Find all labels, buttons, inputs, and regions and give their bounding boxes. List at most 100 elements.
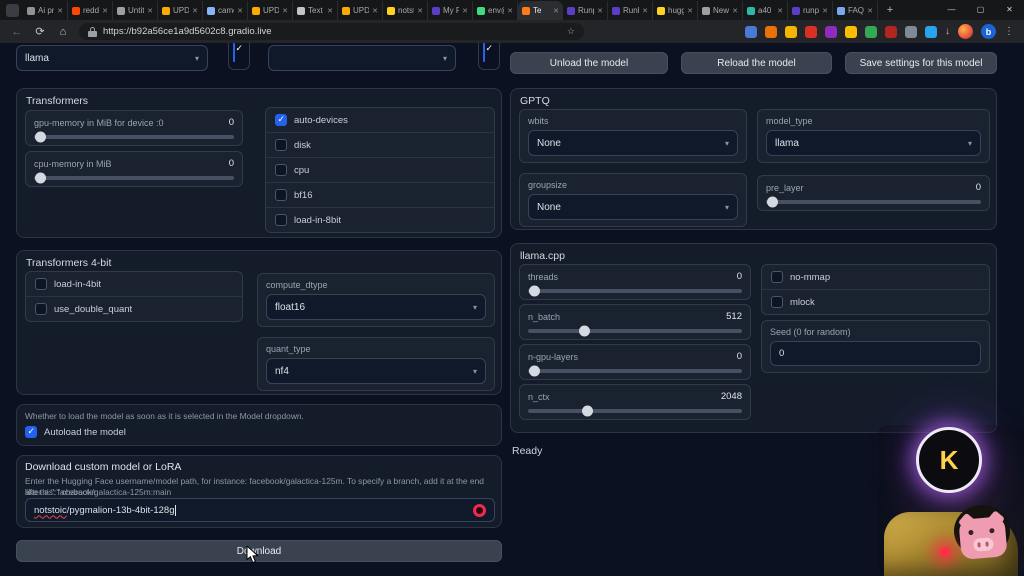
extension-icon[interactable] bbox=[865, 26, 877, 38]
slider-value-input[interactable]: 0 bbox=[714, 271, 742, 282]
checkbox[interactable] bbox=[483, 43, 485, 62]
extension-icon[interactable] bbox=[745, 26, 757, 38]
tab-close-icon[interactable]: ✕ bbox=[822, 7, 828, 15]
extension-icon[interactable] bbox=[805, 26, 817, 38]
browser-tab[interactable]: notsto ✕ bbox=[383, 1, 428, 20]
bookmark-star-icon[interactable]: ☆ bbox=[567, 26, 575, 37]
browser-tab[interactable]: huggy ✕ bbox=[653, 1, 698, 20]
checkbox-row[interactable]: use_double_quant bbox=[26, 297, 242, 321]
slider-handle[interactable] bbox=[579, 326, 590, 337]
browser-tab[interactable]: New ta ✕ bbox=[698, 1, 743, 20]
slider-value-input[interactable]: 0 bbox=[206, 117, 234, 128]
reload-model-button[interactable]: Reload the model bbox=[681, 52, 832, 74]
slider-handle[interactable] bbox=[529, 366, 540, 377]
checkbox-row[interactable]: disk bbox=[266, 133, 494, 158]
browser-tab[interactable]: runpoc ✕ bbox=[788, 1, 833, 20]
checkbox[interactable] bbox=[35, 278, 47, 290]
checkbox-row[interactable]: mlock bbox=[762, 290, 989, 314]
slider-handle[interactable] bbox=[35, 132, 46, 143]
tab-close-icon[interactable]: ✕ bbox=[597, 7, 603, 15]
quant-type-dropdown[interactable]: nf4 ▾ bbox=[266, 358, 486, 384]
slider-value-input[interactable]: 512 bbox=[714, 311, 742, 322]
tab-close-icon[interactable]: ✕ bbox=[282, 7, 288, 15]
extension-icon[interactable] bbox=[885, 26, 897, 38]
browser-tab[interactable]: My Pod ✕ bbox=[428, 1, 473, 20]
tab-close-icon[interactable]: ✕ bbox=[553, 7, 559, 15]
slider-value-input[interactable]: 2048 bbox=[714, 391, 742, 402]
model-path-input[interactable]: notstoic/pygmalion-13b-4bit-128g bbox=[25, 498, 495, 522]
checkbox-row[interactable]: bf16 bbox=[266, 183, 494, 208]
home-icon[interactable]: ⌂ bbox=[56, 26, 70, 38]
browser-tab[interactable]: UPDAT ✕ bbox=[248, 1, 293, 20]
checkbox[interactable] bbox=[35, 303, 47, 315]
lora-dropdown[interactable]: ▾ bbox=[268, 45, 456, 71]
tab-close-icon[interactable]: ✕ bbox=[102, 7, 108, 15]
checkbox[interactable] bbox=[275, 214, 287, 226]
browser-tab[interactable]: camen ✕ bbox=[203, 1, 248, 20]
tab-close-icon[interactable]: ✕ bbox=[192, 7, 198, 15]
save-settings-button[interactable]: Save settings for this model bbox=[845, 52, 997, 74]
checkbox-row[interactable]: load-in-8bit bbox=[266, 208, 494, 232]
tab-close-icon[interactable]: ✕ bbox=[462, 7, 468, 15]
checkbox[interactable] bbox=[233, 43, 235, 62]
extension-icon[interactable] bbox=[785, 26, 797, 38]
browser-tab[interactable]: RunPo ✕ bbox=[608, 1, 653, 20]
tab-close-icon[interactable]: ✕ bbox=[642, 7, 648, 15]
slider-value-input[interactable]: 0 bbox=[714, 351, 742, 362]
checkbox[interactable] bbox=[25, 426, 37, 438]
tab-close-icon[interactable]: ✕ bbox=[417, 7, 423, 15]
slider-track[interactable] bbox=[528, 409, 742, 413]
compute-dtype-dropdown[interactable]: float16 ▾ bbox=[266, 294, 486, 320]
extension-icon[interactable] bbox=[925, 26, 937, 38]
tab-close-icon[interactable]: ✕ bbox=[57, 7, 63, 15]
browser-tab[interactable]: Ai proc ✕ bbox=[23, 1, 68, 20]
refresh-icon[interactable]: ⟳ bbox=[33, 25, 47, 38]
extension-icon[interactable] bbox=[905, 26, 917, 38]
checkbox-row[interactable]: load-in-4bit bbox=[26, 272, 242, 297]
close-button[interactable]: ✕ bbox=[995, 0, 1024, 19]
tab-close-icon[interactable]: ✕ bbox=[237, 7, 243, 15]
browser-tab[interactable]: UPDAT ✕ bbox=[338, 1, 383, 20]
tab-close-icon[interactable]: ✕ bbox=[372, 7, 378, 15]
browser-tab[interactable]: FAQ ✕ bbox=[833, 1, 878, 20]
checkbox[interactable] bbox=[771, 271, 783, 283]
seed-input[interactable]: 0 bbox=[770, 341, 981, 366]
tab-close-icon[interactable]: ✕ bbox=[732, 7, 738, 15]
wbits-dropdown[interactable]: None ▾ bbox=[528, 130, 738, 156]
browser-tab[interactable]: UPDAT ✕ bbox=[158, 1, 203, 20]
browser-tab[interactable]: Te ✕ bbox=[518, 1, 563, 20]
slider-track[interactable] bbox=[34, 135, 234, 139]
tab-close-icon[interactable]: ✕ bbox=[777, 7, 783, 15]
browser-tab[interactable]: env@c ✕ bbox=[473, 1, 518, 20]
groupsize-dropdown[interactable]: None ▾ bbox=[528, 194, 738, 220]
slider-value-input[interactable]: 0 bbox=[206, 158, 234, 169]
slider-track[interactable] bbox=[528, 369, 742, 373]
autoload-checkbox-row[interactable]: Autoload the model bbox=[25, 426, 126, 438]
new-tab-button[interactable]: + bbox=[882, 2, 898, 18]
profile-avatar[interactable] bbox=[958, 24, 973, 39]
slider-handle[interactable] bbox=[35, 173, 46, 184]
extension-icon[interactable] bbox=[825, 26, 837, 38]
tab-close-icon[interactable]: ✕ bbox=[327, 7, 333, 15]
checkbox-row[interactable]: cpu bbox=[266, 158, 494, 183]
browser-menu-icon[interactable]: ⋮ bbox=[1004, 26, 1014, 37]
extension-icon[interactable] bbox=[845, 26, 857, 38]
back-icon[interactable]: ← bbox=[10, 26, 24, 38]
tab-close-icon[interactable]: ✕ bbox=[507, 7, 513, 15]
checkbox[interactable] bbox=[275, 189, 287, 201]
slider-handle[interactable] bbox=[582, 406, 593, 417]
slider-track[interactable] bbox=[34, 176, 234, 180]
checkbox[interactable] bbox=[275, 139, 287, 151]
downloads-icon[interactable]: ↓ bbox=[945, 26, 950, 37]
unload-model-button[interactable]: Unload the model bbox=[510, 52, 668, 74]
tab-close-icon[interactable]: ✕ bbox=[147, 7, 153, 15]
checkbox-row[interactable]: auto-devices bbox=[266, 108, 494, 133]
password-manager-icon[interactable]: b bbox=[981, 24, 996, 39]
url-bar[interactable]: https://b92a56ce1a9d5602c8.gradio.live ☆ bbox=[79, 23, 584, 40]
browser-tab[interactable]: Untitle ✕ bbox=[113, 1, 158, 20]
minimize-button[interactable]: — bbox=[937, 0, 966, 19]
checkbox[interactable] bbox=[275, 114, 287, 126]
checkbox[interactable] bbox=[771, 296, 783, 308]
checkbox-row[interactable]: no-mmap bbox=[762, 265, 989, 290]
tab-close-icon[interactable]: ✕ bbox=[867, 7, 873, 15]
